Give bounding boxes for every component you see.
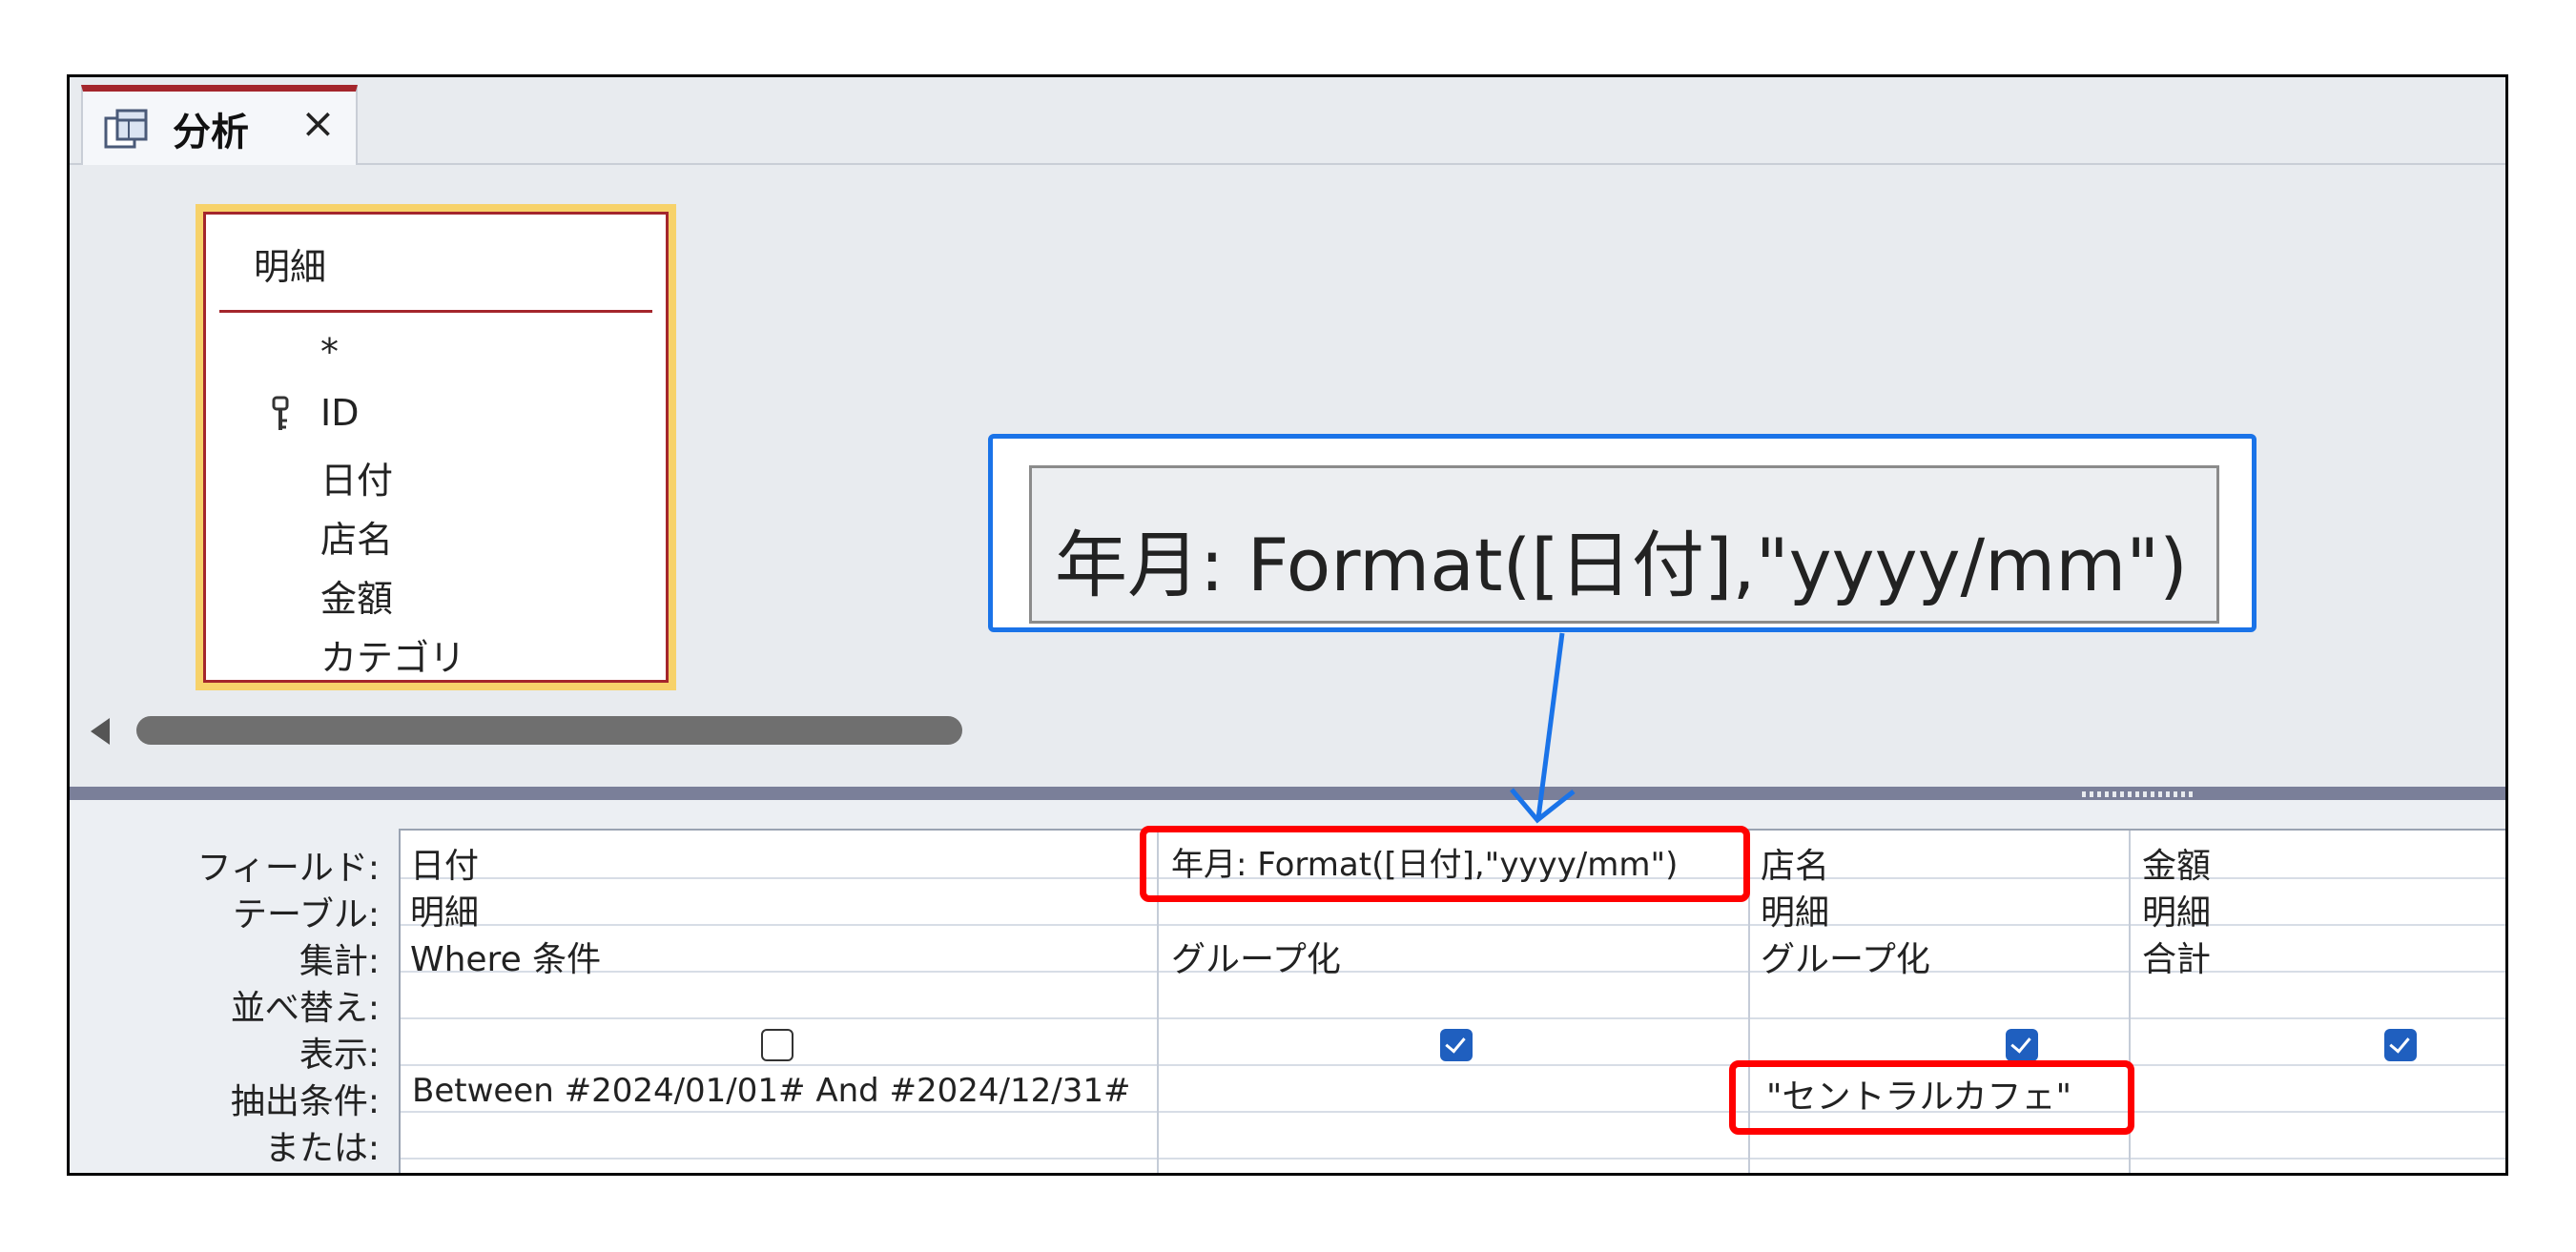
arrow-shaft [1535, 632, 1565, 819]
callout-arrow [1510, 632, 1576, 824]
